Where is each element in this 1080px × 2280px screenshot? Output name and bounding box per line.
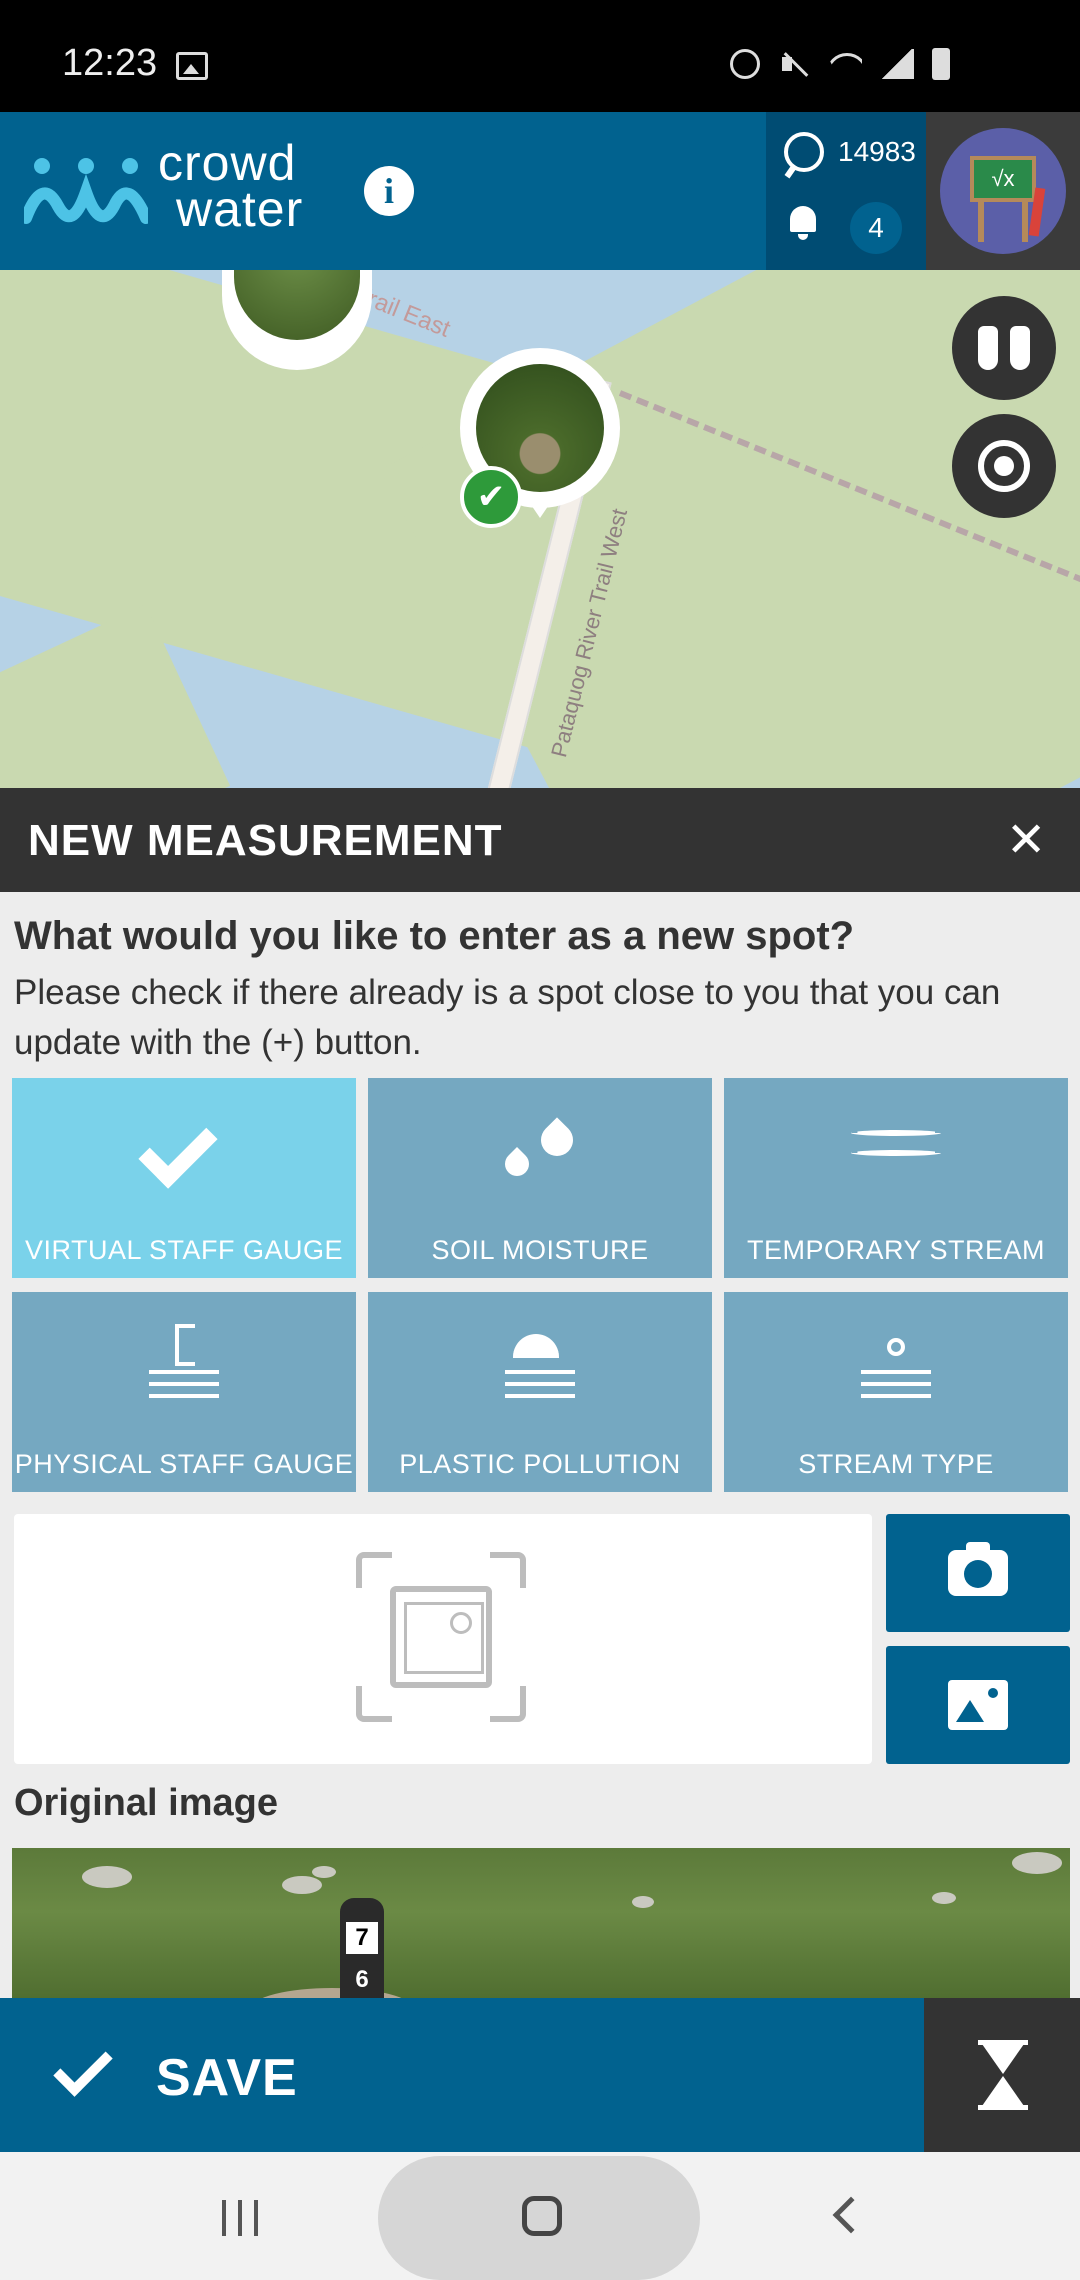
tile-stream-type[interactable]: STREAM TYPE xyxy=(724,1292,1068,1492)
status-time: 12:23 xyxy=(62,42,158,84)
panel-title: NEW MEASUREMENT xyxy=(28,816,503,865)
save-label: SAVE xyxy=(156,2049,298,2107)
logo-line-1: crowd xyxy=(158,135,297,191)
image-placeholder-icon xyxy=(356,1552,526,1722)
points-count: 14983 xyxy=(838,136,916,167)
save-later-button[interactable] xyxy=(924,1998,1080,2152)
map-spot-marker-selected[interactable]: ✔ xyxy=(460,348,620,528)
camera-button[interactable] xyxy=(886,1514,1070,1632)
stream-type-icon xyxy=(851,1324,941,1404)
battery-icon xyxy=(932,48,950,80)
staff-number: 7 xyxy=(346,1922,378,1954)
tile-label: PHYSICAL STAFF GAUGE xyxy=(14,1449,354,1479)
tile-temporary-stream[interactable]: TEMPORARY STREAM xyxy=(724,1078,1068,1278)
verified-check-icon: ✔ xyxy=(460,466,522,528)
chalkboard-icon: √x xyxy=(970,156,1036,202)
check-icon xyxy=(50,2044,110,2104)
tile-label: SOIL MOISTURE xyxy=(431,1235,649,1265)
system-nav-bar xyxy=(0,2152,1080,2280)
info-button[interactable]: i xyxy=(364,166,414,216)
camera-icon xyxy=(948,1542,1008,1596)
recent-apps-icon[interactable] xyxy=(222,2200,260,2236)
panel-question: What would you like to enter as a new sp… xyxy=(14,914,855,958)
check-icon xyxy=(139,1110,229,1190)
crowdwater-logo-icon xyxy=(24,158,148,224)
original-image: 7 6 xyxy=(12,1848,1070,1998)
tile-label: TEMPORARY STREAM xyxy=(746,1235,1046,1265)
bell-icon[interactable] xyxy=(786,204,820,240)
hourglass-icon xyxy=(978,2040,1028,2110)
photo-placeholder[interactable] xyxy=(14,1514,872,1764)
locate-button[interactable] xyxy=(952,414,1056,518)
pollution-icon xyxy=(495,1324,585,1404)
avatar[interactable]: √x xyxy=(940,128,1066,254)
app-header: crowd water i 14983 4 √x xyxy=(0,112,1080,270)
wifi-icon xyxy=(826,49,862,79)
user-stats[interactable]: 14983 4 xyxy=(766,112,926,270)
tile-physical-staff-gauge[interactable]: PHYSICAL STAFF GAUGE xyxy=(12,1292,356,1492)
panel-header: NEW MEASUREMENT ✕ xyxy=(0,788,1080,892)
spot-type-grid: VIRTUAL STAFF GAUGE SOIL MOISTURE TEMPOR… xyxy=(12,1078,1070,1492)
system-icons xyxy=(730,48,950,80)
map-view[interactable]: Trail East Pataquog River Trail West ✔ xyxy=(0,270,1080,788)
water-drops-icon xyxy=(495,1110,585,1190)
logo-line-2: water xyxy=(176,181,304,237)
mute-icon xyxy=(778,49,808,79)
tile-label: PLASTIC POLLUTION xyxy=(399,1449,681,1479)
binoculars-icon xyxy=(978,326,1030,370)
tile-virtual-staff-gauge[interactable]: VIRTUAL STAFF GAUGE xyxy=(12,1078,356,1278)
app-logo-text: crowd water xyxy=(158,135,304,237)
staff-gauge-icon xyxy=(139,1324,229,1404)
new-measurement-panel[interactable]: What would you like to enter as a new sp… xyxy=(0,892,1080,1998)
points-icon xyxy=(784,132,824,172)
locate-icon xyxy=(978,440,1030,492)
panel-hint: Please check if there already is a spot … xyxy=(14,973,1001,1062)
back-icon[interactable] xyxy=(832,2196,870,2234)
status-bar: 12:23 xyxy=(0,0,1080,112)
staff-gauge: 7 6 xyxy=(340,1898,384,1998)
signal-icon xyxy=(880,49,914,79)
dashed-stream-icon xyxy=(851,1110,941,1190)
close-icon[interactable]: ✕ xyxy=(1006,812,1046,868)
tile-label: VIRTUAL STAFF GAUGE xyxy=(24,1235,344,1265)
home-icon[interactable] xyxy=(522,2196,562,2236)
tile-soil-moisture[interactable]: SOIL MOISTURE xyxy=(368,1078,712,1278)
staff-number: 6 xyxy=(346,1964,378,1996)
image-icon xyxy=(948,1680,1008,1730)
tile-plastic-pollution[interactable]: PLASTIC POLLUTION xyxy=(368,1292,712,1492)
binoculars-button[interactable] xyxy=(952,296,1056,400)
save-button[interactable]: SAVE xyxy=(0,1998,924,2152)
alarm-icon xyxy=(730,49,760,79)
tile-label: STREAM TYPE xyxy=(798,1449,994,1479)
gallery-icon xyxy=(176,52,208,80)
profile-area[interactable]: √x xyxy=(926,112,1080,270)
gallery-button[interactable] xyxy=(886,1646,1070,1764)
original-image-label: Original image xyxy=(14,1782,278,1824)
notification-badge[interactable]: 4 xyxy=(850,202,902,254)
